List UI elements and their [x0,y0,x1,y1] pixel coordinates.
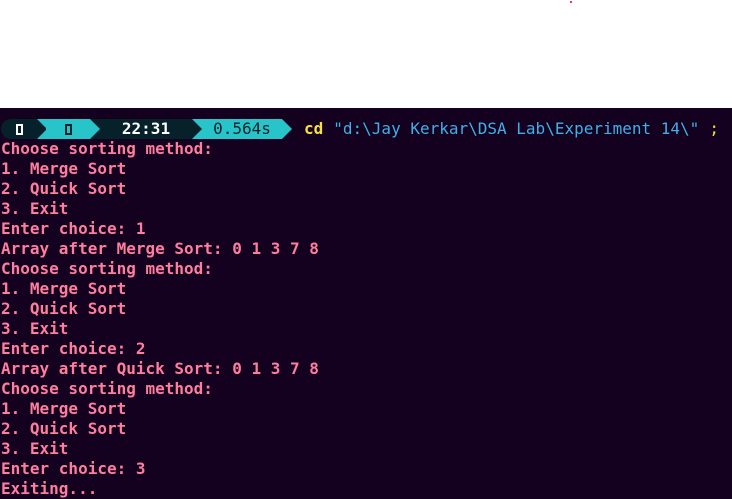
command-name: cd [304,119,324,138]
output-line: 1. Merge Sort [1,399,127,418]
indicator-dot [570,1,572,3]
output-line: Choose sorting method: [1,139,213,158]
output-line: Enter choice: 1 [1,219,146,238]
command-argument: "d:\Jay Kerkar\DSA Lab\Experiment 14\" [333,119,700,138]
output-line: 3. Exit [1,199,69,218]
powerline-end-icon [282,119,292,139]
output-line: 2. Quick Sort [1,419,127,438]
prompt-segment-os [1,119,37,139]
shell-prompt: 22:31 0.564s cd "d:\Jay Kerkar\DSA Lab\E… [0,119,719,139]
output-line: Array after Merge Sort: 0 1 3 7 8 [1,239,319,258]
program-output: Choose sorting method: 1. Merge Sort 2. … [1,139,319,499]
output-line: Enter choice: 3 [1,459,146,478]
output-line: 2. Quick Sort [1,299,127,318]
box-glyph-icon [64,123,72,135]
output-line: 3. Exit [1,319,69,338]
output-line: 1. Merge Sort [1,279,127,298]
prompt-segment-time: 22:31 [100,119,192,139]
output-line: Array after Quick Sort: 0 1 3 7 8 [1,359,319,378]
prompt-segment-folder [46,119,90,139]
powerline-separator-icon [90,119,100,139]
output-line: 1. Merge Sort [1,159,127,178]
prompt-segment-duration: 0.564s [202,119,282,139]
window-top-area [0,0,732,108]
powerline-separator-icon [192,119,202,139]
output-line: Choose sorting method: [1,379,213,398]
output-line: 2. Quick Sort [1,179,127,198]
box-glyph-icon [15,123,23,135]
output-line: Choose sorting method: [1,259,213,278]
output-line: Exiting... [1,479,98,498]
output-line: Enter choice: 2 [1,339,146,358]
terminal-panel[interactable]: 22:31 0.564s cd "d:\Jay Kerkar\DSA Lab\E… [0,108,732,499]
output-line: 3. Exit [1,439,69,458]
command-terminator: ; [709,119,719,138]
